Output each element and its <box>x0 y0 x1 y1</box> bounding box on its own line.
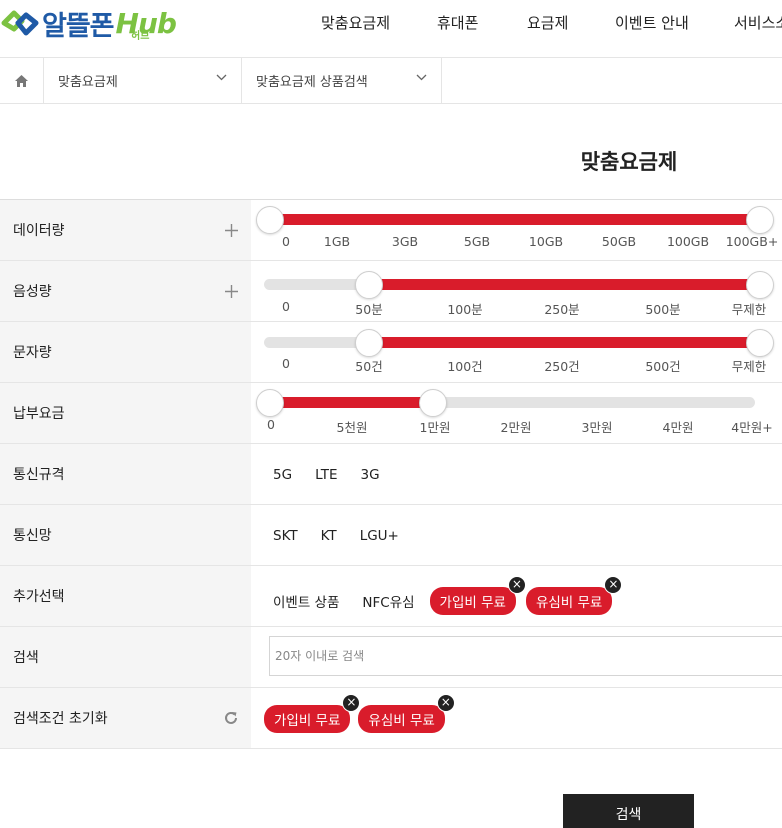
network-type-options: 5G LTE 3G <box>273 444 403 505</box>
chip-usim-free[interactable]: 유심비 무료 × <box>358 693 455 733</box>
chip-label: 가입비 무료 <box>439 594 506 611</box>
tick-label: 5GB <box>463 234 491 249</box>
chip-signup-free[interactable]: 가입비 무료 × <box>264 693 361 733</box>
sms-ticks: 0 50건 100건 250건 500건 무제한 <box>0 322 782 383</box>
home-icon <box>15 74 28 87</box>
nav-item-plans[interactable]: 요금제 <box>527 12 568 33</box>
option-kt[interactable]: KT <box>321 528 337 544</box>
filter-label-network-type: 통신규격 <box>0 444 251 504</box>
tick-label: 1만원 <box>419 420 451 435</box>
breadcrumb: 맞춤요금제 맞춤요금제 상품검색 <box>0 58 782 104</box>
reset-button[interactable] <box>220 707 242 729</box>
tick-label: 4만원 <box>662 420 694 435</box>
filter-row-fee: 납부요금 0 5천원 1만원 2만원 3만원 4만원 4만원+ <box>0 383 782 444</box>
site-header: 알뜰폰 Hub 허브 맞춤요금제 휴대폰 요금제 이벤트 안내 서비스소개 <box>0 0 782 58</box>
carrier-options: SKT KT LGU+ <box>273 505 422 566</box>
option-skt[interactable]: SKT <box>273 528 298 544</box>
option-5g[interactable]: 5G <box>273 467 292 483</box>
filter-row-voice: 음성량 0 50분 100분 250분 500분 무제한 <box>0 261 782 322</box>
refresh-icon <box>225 711 237 724</box>
tick-label: 50분 <box>355 302 383 317</box>
chip-label: 유심비 무료 <box>368 712 435 729</box>
filter-label-search: 검색 <box>0 627 251 687</box>
fee-ticks: 0 5천원 1만원 2만원 3만원 4만원 4만원+ <box>0 383 782 444</box>
search-button[interactable]: 검색 <box>563 794 694 828</box>
tick-label: 3GB <box>391 234 419 249</box>
logo-sub: 허브 <box>131 31 150 42</box>
filter-row-carrier: 통신망 SKT KT LGU+ <box>0 505 782 566</box>
chevron-down-icon <box>416 74 427 81</box>
home-button[interactable] <box>0 58 44 103</box>
page-title: 맞춤요금제 <box>580 150 678 174</box>
filter-row-extra: 추가선택 이벤트 상품 NFC유심 가입비 무료 × 유심비 무료 × <box>0 566 782 627</box>
close-icon[interactable]: × <box>604 575 623 594</box>
close-icon[interactable]: × <box>342 693 361 712</box>
logo[interactable]: 알뜰폰 Hub <box>0 4 177 42</box>
option-lte[interactable]: LTE <box>315 467 337 483</box>
tick-label: 무제한 <box>731 302 767 317</box>
filter-label-extra: 추가선택 <box>0 566 251 626</box>
tick-label: 0 <box>267 417 275 432</box>
chip-usim-free[interactable]: 유심비 무료 × <box>525 575 623 615</box>
option-3g[interactable]: 3G <box>361 467 380 483</box>
breadcrumb-level1-label: 맞춤요금제 <box>58 75 118 90</box>
tick-label: 500건 <box>645 359 681 374</box>
tick-label: 250건 <box>544 359 580 374</box>
tick-label: 250분 <box>544 302 580 317</box>
tick-label: 100분 <box>447 302 483 317</box>
filter-row-sms: 문자량 0 50건 100건 250건 500건 무제한 <box>0 322 782 383</box>
filter-panel: 데이터량 0 1GB 3GB 5GB 10GB 50GB 100GB 100GB… <box>0 199 782 749</box>
tick-label: 50GB <box>601 234 637 249</box>
data-ticks: 0 1GB 3GB 5GB 10GB 50GB 100GB 100GB+ <box>0 200 782 261</box>
option-nfc-usim[interactable]: NFC유심 <box>362 591 414 611</box>
filter-row-data: 데이터량 0 1GB 3GB 5GB 10GB 50GB 100GB 100GB… <box>0 200 782 261</box>
selected-conditions: 가입비 무료 × 유심비 무료 × <box>264 688 455 749</box>
filter-label-carrier: 통신망 <box>0 505 251 565</box>
tick-label: 0 <box>282 234 290 249</box>
tick-label: 10GB <box>528 234 564 249</box>
chip-label: 가입비 무료 <box>274 712 341 729</box>
search-input[interactable] <box>269 636 782 676</box>
breadcrumb-level1-select[interactable]: 맞춤요금제 <box>44 58 242 103</box>
nav-item-events[interactable]: 이벤트 안내 <box>615 12 689 33</box>
tick-label: 0 <box>282 299 290 314</box>
nav-item-custom-plan[interactable]: 맞춤요금제 <box>321 12 390 33</box>
tick-label: 100GB+ <box>725 234 779 249</box>
close-icon[interactable]: × <box>436 693 455 712</box>
tick-label: 100건 <box>447 359 483 374</box>
filter-row-reset: 검색조건 초기화 가입비 무료 × 유심비 무료 × <box>0 688 782 749</box>
close-icon[interactable]: × <box>507 575 526 594</box>
breadcrumb-level2-label: 맞춤요금제 상품검색 <box>256 75 368 90</box>
option-lgu[interactable]: LGU+ <box>360 528 399 544</box>
tick-label: 50건 <box>355 359 383 374</box>
nav-item-about[interactable]: 서비스소개 <box>734 12 782 33</box>
logo-text: 알뜰폰 <box>42 10 115 42</box>
nav-item-phones[interactable]: 휴대폰 <box>437 12 478 33</box>
extra-options: 이벤트 상품 NFC유심 가입비 무료 × 유심비 무료 × <box>273 570 623 631</box>
voice-ticks: 0 50분 100분 250분 500분 무제한 <box>0 261 782 322</box>
logo-mark-icon <box>1 10 39 36</box>
tick-label: 100GB <box>666 234 710 249</box>
tick-label: 2만원 <box>500 420 532 435</box>
option-event-product[interactable]: 이벤트 상품 <box>273 591 339 611</box>
filter-label-reset: 검색조건 초기화 <box>0 688 251 748</box>
chevron-down-icon <box>216 74 227 81</box>
chip-signup-free[interactable]: 가입비 무료 × <box>429 575 526 615</box>
chip-label: 유심비 무료 <box>535 594 603 611</box>
tick-label: 무제한 <box>731 359 767 374</box>
tick-label: 1GB <box>323 234 351 249</box>
filter-row-network-type: 통신규격 5G LTE 3G <box>0 444 782 505</box>
tick-label: 4만원+ <box>731 420 773 435</box>
tick-label: 0 <box>282 356 290 371</box>
breadcrumb-level2-select[interactable]: 맞춤요금제 상품검색 <box>242 58 442 103</box>
filter-row-search: 검색 <box>0 627 782 688</box>
tick-label: 3만원 <box>581 420 613 435</box>
tick-label: 5천원 <box>336 420 368 435</box>
tick-label: 500분 <box>645 302 681 317</box>
